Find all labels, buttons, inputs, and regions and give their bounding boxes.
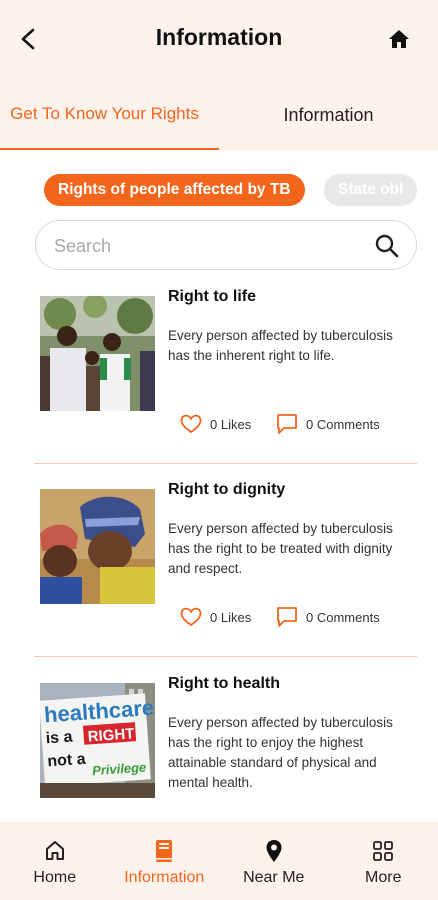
like-count: 0 Likes xyxy=(210,416,252,432)
location-pin-icon xyxy=(266,840,282,862)
card-image xyxy=(40,296,155,411)
nav-near-me[interactable]: Near Me xyxy=(219,822,329,900)
home-outline-icon xyxy=(45,841,64,860)
card-description: Every person affected by tuberculosis ha… xyxy=(168,328,393,363)
heart-icon xyxy=(180,607,202,627)
tab-label: Get To Know Your Rights xyxy=(10,104,199,123)
like-count: 0 Likes xyxy=(210,609,252,625)
tab-label: Information xyxy=(283,105,374,125)
divider xyxy=(34,656,417,657)
app-header: Information xyxy=(0,0,438,80)
search-icon[interactable] xyxy=(374,233,400,259)
card-actions: 0 Likes 0 Comments xyxy=(168,605,417,629)
like-button[interactable]: 0 Likes xyxy=(180,605,251,629)
divider xyxy=(34,463,417,464)
comment-icon xyxy=(277,607,297,627)
bottom-navigation: Home Information Near Me More xyxy=(0,822,438,900)
comment-count: 0 Comments xyxy=(306,609,380,625)
card-title: Right to dignity xyxy=(168,481,286,498)
comment-button[interactable]: 0 Comments xyxy=(276,605,380,629)
nav-label: Near Me xyxy=(243,869,305,886)
like-button[interactable]: 0 Likes xyxy=(180,412,251,436)
nav-home[interactable]: Home xyxy=(0,822,110,900)
list-item[interactable]: Right to dignity Every person affected b… xyxy=(34,481,417,655)
comment-count: 0 Comments xyxy=(306,416,380,432)
comment-button[interactable]: 0 Comments xyxy=(276,412,380,436)
tab-bar: Get To Know Your Rights Information xyxy=(0,80,438,150)
chip-label: Rights of people affected by TB xyxy=(58,181,291,198)
card-image: healthcare is a RIGHT not a Privilege xyxy=(40,683,155,798)
card-image xyxy=(40,489,155,604)
poster-text: is a xyxy=(45,729,73,748)
nav-more[interactable]: More xyxy=(329,822,438,900)
card-title: Right to health xyxy=(168,675,280,692)
comment-icon xyxy=(277,414,297,434)
category-chips: Rights of people affected by TB State ob… xyxy=(0,170,438,210)
card-actions: 0 Likes 0 Comments xyxy=(168,412,417,436)
card-description: Every person affected by tuberculosis ha… xyxy=(168,521,393,576)
page-title: Information xyxy=(155,24,283,50)
search-input[interactable] xyxy=(54,231,354,261)
nav-label: Home xyxy=(33,869,77,886)
book-icon xyxy=(156,840,173,862)
home-icon xyxy=(389,30,409,48)
chip-label: State obl xyxy=(338,181,404,198)
chip-rights-tb[interactable]: Rights of people affected by TB xyxy=(44,174,305,206)
chip-state-obligations[interactable]: State obl xyxy=(324,174,418,206)
poster-text: not a xyxy=(47,751,86,771)
heart-icon xyxy=(180,414,202,434)
card-title: Right to life xyxy=(168,288,256,305)
nav-label: More xyxy=(365,869,402,886)
nav-information[interactable]: Information xyxy=(110,822,220,900)
poster-text: RIGHT xyxy=(87,725,135,745)
search-bar xyxy=(35,220,417,270)
list-item[interactable]: Right to life Every person affected by t… xyxy=(34,288,417,462)
grid-icon xyxy=(373,841,394,861)
tab-information[interactable]: Information xyxy=(219,80,438,150)
card-description: Every person affected by tuberculosis ha… xyxy=(168,715,393,790)
home-button[interactable] xyxy=(386,26,412,52)
nav-label: Information xyxy=(124,869,205,886)
tab-know-your-rights[interactable]: Get To Know Your Rights xyxy=(0,80,219,150)
